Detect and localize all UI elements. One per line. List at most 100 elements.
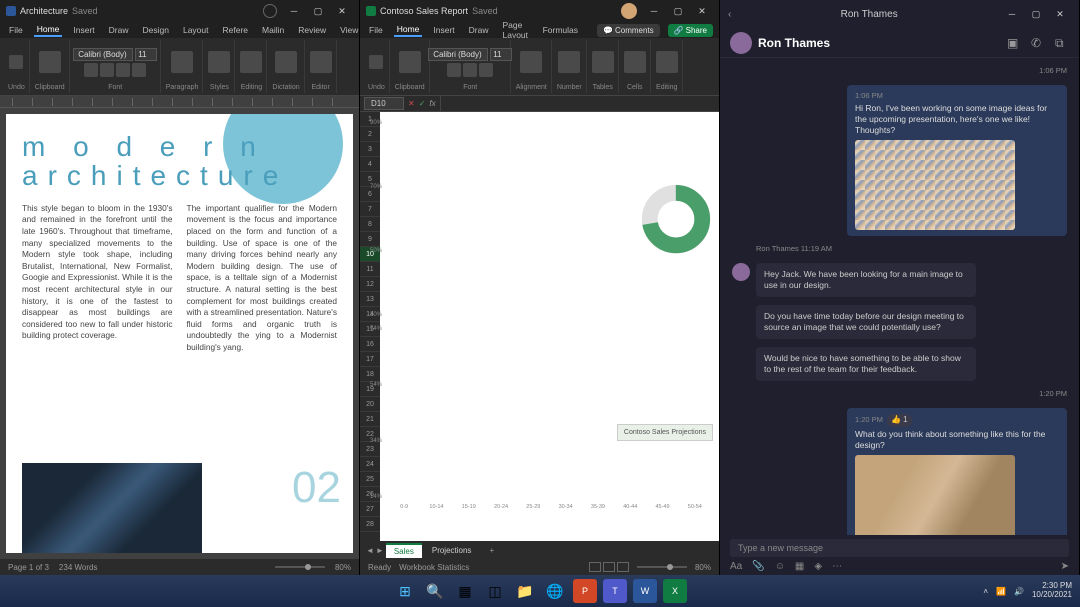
bold-icon[interactable]: [84, 63, 98, 77]
menu-draw[interactable]: Draw: [466, 24, 492, 36]
start-button[interactable]: ⊞: [393, 579, 417, 603]
editing-icon[interactable]: [656, 51, 678, 73]
excel-icon[interactable]: X: [663, 579, 687, 603]
maximize-button[interactable]: ▢: [1025, 6, 1047, 22]
row-header[interactable]: 28: [360, 517, 380, 532]
search-icon[interactable]: 🔍: [423, 579, 447, 603]
menu-view[interactable]: View: [337, 24, 361, 36]
menu-home[interactable]: Home: [34, 23, 63, 37]
message-image[interactable]: [855, 140, 1015, 230]
chat-messages[interactable]: 1:06 PM1:06 PMHi Ron, I've been working …: [720, 58, 1079, 535]
styles-icon[interactable]: [208, 51, 230, 73]
number-icon[interactable]: [558, 51, 580, 73]
menu-formulas[interactable]: Formulas: [540, 24, 581, 36]
popout-icon[interactable]: ⧉: [1055, 36, 1069, 50]
zoom-level[interactable]: 80%: [695, 563, 711, 572]
maximize-button[interactable]: ▢: [307, 3, 329, 19]
editing-icon[interactable]: [240, 51, 262, 73]
word-titlebar[interactable]: Architecture Saved ─ ▢ ✕: [0, 0, 359, 22]
powerpoint-icon[interactable]: P: [573, 579, 597, 603]
add-sheet-button[interactable]: +: [481, 544, 502, 557]
enter-icon[interactable]: ✓: [419, 99, 426, 108]
wifi-icon[interactable]: 📶: [996, 587, 1006, 596]
underline-icon[interactable]: [116, 63, 130, 77]
chat-message[interactable]: 1:20 PM👍 1What do you think about someth…: [732, 408, 1067, 535]
more-icon[interactable]: ⋯: [832, 561, 842, 572]
sheet-nav-prev[interactable]: ◄: [366, 546, 374, 555]
tray-chevron-icon[interactable]: ˄: [983, 587, 988, 596]
undo-icon[interactable]: [9, 55, 23, 69]
font-size-select[interactable]: [135, 48, 157, 61]
menu-mailings[interactable]: Mailin: [259, 24, 287, 36]
menu-insert[interactable]: Insert: [70, 24, 97, 36]
font-color-icon[interactable]: [132, 63, 146, 77]
row-header[interactable]: 27: [360, 502, 380, 517]
sticker-icon[interactable]: ◈: [814, 561, 822, 572]
editor-icon[interactable]: [310, 51, 332, 73]
close-button[interactable]: ✕: [1049, 6, 1071, 22]
italic-icon[interactable]: [463, 63, 477, 77]
excel-titlebar[interactable]: Contoso Sales Report Saved ─ ▢ ✕: [360, 0, 719, 22]
comments-button[interactable]: 💬 Comments: [597, 24, 660, 37]
word-count[interactable]: 234 Words: [59, 563, 98, 572]
bold-icon[interactable]: [447, 63, 461, 77]
page-indicator[interactable]: Page 1 of 3: [8, 563, 49, 572]
send-icon[interactable]: ➤: [1061, 561, 1069, 572]
menu-references[interactable]: Refere: [220, 24, 252, 36]
zoom-level[interactable]: 80%: [335, 563, 351, 572]
chat-message[interactable]: 1:06 PMHi Ron, I've been working on some…: [732, 85, 1067, 236]
menu-layout[interactable]: Layout: [180, 24, 212, 36]
emoji-icon[interactable]: ☺: [775, 561, 785, 572]
message-input[interactable]: Type a new message: [730, 539, 1069, 557]
taskview-icon[interactable]: ▦: [453, 579, 477, 603]
back-icon[interactable]: ‹: [728, 9, 731, 20]
zoom-slider[interactable]: [275, 566, 325, 568]
document-canvas[interactable]: m o d e r n architecture This style bega…: [0, 108, 359, 559]
tables-icon[interactable]: [592, 51, 614, 73]
name-box[interactable]: D10: [364, 97, 404, 110]
chat-message[interactable]: Would be nice to have something to be ab…: [732, 347, 1067, 381]
fx-icon[interactable]: fx: [429, 99, 435, 108]
audio-call-icon[interactable]: ✆: [1031, 36, 1045, 50]
close-button[interactable]: ✕: [691, 3, 713, 19]
word-icon[interactable]: W: [633, 579, 657, 603]
chat-message[interactable]: Hey Jack. We have been looking for a mai…: [732, 263, 1067, 297]
font-size-select[interactable]: [490, 48, 512, 61]
minimize-button[interactable]: ─: [283, 3, 305, 19]
explorer-icon[interactable]: 📁: [513, 579, 537, 603]
menu-home[interactable]: Home: [394, 23, 423, 37]
zoom-slider[interactable]: [637, 566, 687, 568]
italic-icon[interactable]: [100, 63, 114, 77]
ruler[interactable]: [0, 96, 359, 108]
font-name-select[interactable]: [428, 48, 488, 61]
font-name-select[interactable]: [73, 48, 133, 61]
share-button[interactable]: 🔗 Share: [668, 24, 713, 37]
clock[interactable]: 2:30 PM 10/20/2021: [1032, 582, 1072, 600]
paragraph-icon[interactable]: [171, 51, 193, 73]
gif-icon[interactable]: ▦: [795, 561, 804, 572]
cancel-icon[interactable]: ✕: [408, 99, 415, 108]
contact-avatar[interactable]: [730, 32, 752, 54]
system-tray[interactable]: ˄ 📶 🔊 2:30 PM 10/20/2021: [983, 582, 1072, 600]
volume-icon[interactable]: 🔊: [1014, 587, 1024, 596]
dictate-icon[interactable]: [275, 51, 297, 73]
menu-file[interactable]: File: [6, 24, 26, 36]
attach-icon[interactable]: 📎: [752, 561, 764, 572]
sheet-tab-sales[interactable]: Sales: [386, 543, 422, 558]
minimize-button[interactable]: ─: [643, 3, 665, 19]
cells-icon[interactable]: [624, 51, 646, 73]
minimize-button[interactable]: ─: [1001, 6, 1023, 22]
paste-icon[interactable]: [39, 51, 61, 73]
paste-icon[interactable]: [399, 51, 421, 73]
sheet-nav-next[interactable]: ►: [376, 546, 384, 555]
format-icon[interactable]: Aa: [730, 561, 742, 572]
chat-message[interactable]: Do you have time today before our design…: [732, 305, 1067, 339]
menu-file[interactable]: File: [366, 24, 386, 36]
message-image[interactable]: [855, 455, 1015, 535]
align-icon[interactable]: [520, 51, 542, 73]
underline-icon[interactable]: [479, 63, 493, 77]
video-call-icon[interactable]: ▣: [1007, 36, 1021, 50]
widgets-icon[interactable]: ◫: [483, 579, 507, 603]
close-button[interactable]: ✕: [331, 3, 353, 19]
excel-grid[interactable]: 1234567891011121314151617181920212223242…: [360, 112, 719, 541]
